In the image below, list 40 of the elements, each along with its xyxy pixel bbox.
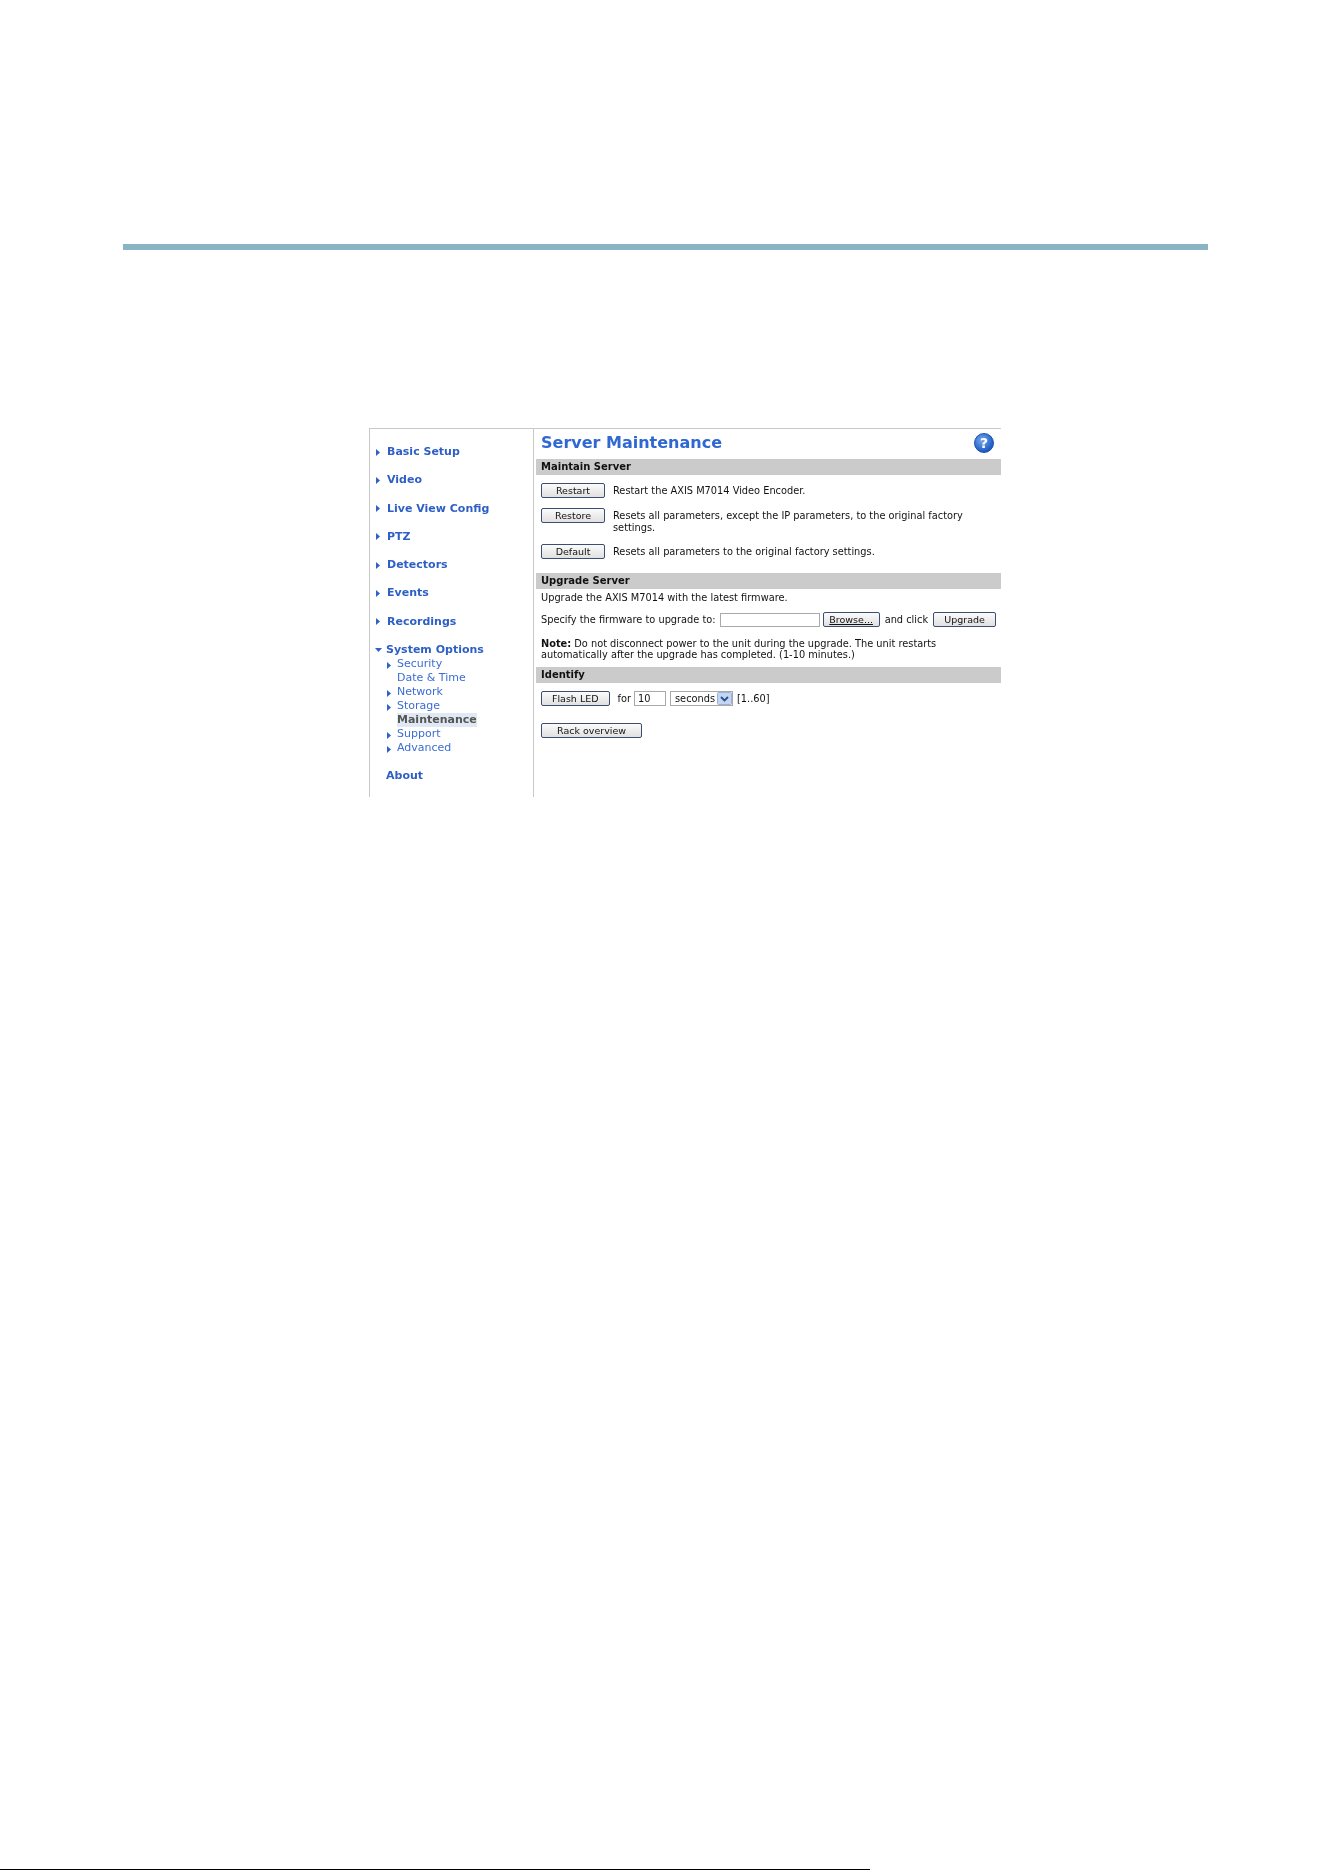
nav-link[interactable]: Recordings (387, 614, 457, 629)
instruction-text: and click (884, 613, 929, 626)
action-button[interactable]: Restart (541, 483, 605, 498)
range-hint: [1..60] (737, 692, 770, 705)
firmware-file-field[interactable] (719, 612, 820, 627)
help-button[interactable]: ? (974, 433, 994, 453)
duration-field[interactable]: 10 (634, 691, 666, 706)
nav-link[interactable]: Events (387, 586, 429, 601)
nav-link[interactable]: Security (397, 657, 443, 672)
nav-link[interactable]: Network (397, 685, 443, 700)
firmware-label: Specify the firmware to upgrade to: (541, 613, 716, 626)
section-header: Identify (536, 667, 1001, 683)
section-header: Upgrade Server (536, 573, 1001, 589)
action-button[interactable]: Restore (541, 508, 605, 523)
section-description: Upgrade the AXIS M7014 with the latest firmware. (541, 592, 789, 604)
flash-led-button[interactable]: Flash LED (541, 691, 610, 706)
action-button[interactable]: Default (541, 544, 605, 559)
nav-link[interactable]: Basic Setup (387, 445, 460, 459)
browse-button[interactable]: Browse... (822, 612, 880, 627)
action-description: Resets all parameters, except the IP parameters, to the original factory settings. (613, 509, 964, 534)
note-text: Note: Do not disconnect power to the unit during the upgrade. The unit restarts automatically after the upgrade has completed. (1-10 minutes.) (541, 638, 938, 660)
nav-link[interactable]: Date & Time (397, 671, 466, 686)
nav-link[interactable]: System Options (386, 643, 484, 658)
nav-link[interactable]: Storage (397, 699, 441, 714)
page-title: Server Maintenance (541, 433, 722, 453)
section-header: Maintain Server (536, 459, 1001, 475)
rack-overview-button[interactable]: Rack overview (541, 723, 642, 738)
unit-select[interactable]: seconds (670, 691, 733, 706)
nav-link[interactable]: Support (397, 727, 441, 742)
action-description: Restart the AXIS M7014 Video Encoder. (613, 484, 806, 497)
nav-link[interactable]: About (386, 769, 424, 784)
nav-link[interactable]: Maintenance (397, 713, 477, 728)
nav-link[interactable]: Advanced (397, 741, 452, 756)
nav-link[interactable]: PTZ (387, 529, 411, 544)
upgrade-button[interactable]: Upgrade (933, 612, 997, 627)
for-label: for (617, 692, 631, 705)
nav-link[interactable]: Live View Config (387, 501, 490, 516)
nav-link[interactable]: Video (387, 473, 422, 488)
action-description: Resets all parameters to the original factory settings. (613, 545, 875, 558)
nav-link[interactable]: Detectors (387, 558, 448, 573)
